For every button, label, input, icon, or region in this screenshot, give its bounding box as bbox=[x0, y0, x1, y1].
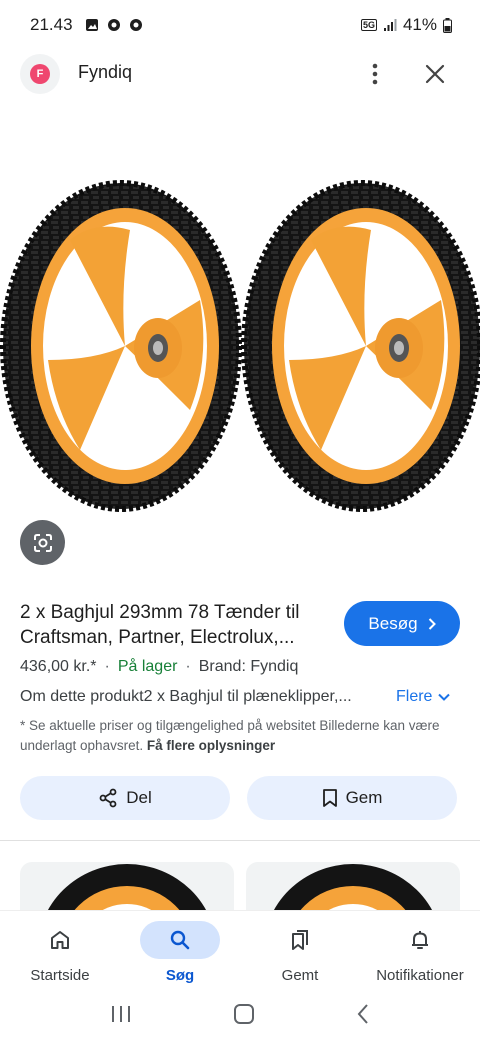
chrome-icon bbox=[129, 19, 142, 31]
chrome-icon bbox=[107, 19, 120, 31]
status-bar: 21.43 5G 41% bbox=[0, 0, 480, 50]
site-name: Fyndiq bbox=[78, 62, 133, 82]
related-product-card[interactable] bbox=[246, 862, 460, 912]
chevron-right-icon bbox=[428, 617, 436, 630]
right-wheel bbox=[241, 180, 480, 512]
status-time: 21.43 bbox=[30, 15, 73, 34]
lens-icon bbox=[33, 533, 52, 552]
product-description: Om dette produkt2 x Baghjul til plænekli… bbox=[20, 688, 352, 705]
close-button[interactable] bbox=[420, 58, 450, 90]
gallery-icon bbox=[85, 19, 98, 31]
share-button[interactable]: Del bbox=[20, 776, 230, 820]
save-label: Gem bbox=[345, 788, 383, 807]
save-button[interactable]: Gem bbox=[247, 776, 457, 820]
bottom-navigation: Startside Søg Gemt Notifikationer bbox=[0, 910, 480, 988]
nav-search-label: Søg bbox=[165, 967, 195, 984]
page-header: F Fyndiq bbox=[0, 50, 480, 98]
product-brand: Brand: Fyndiq bbox=[198, 658, 299, 675]
chevron-down-icon bbox=[438, 693, 451, 701]
close-icon bbox=[425, 64, 445, 84]
divider bbox=[0, 840, 480, 841]
nav-notifications[interactable]: Notifikationer bbox=[360, 911, 480, 988]
disclaimer: * Se aktuelle priser og tilgængelighed p… bbox=[20, 716, 460, 756]
visit-button[interactable]: Besøg bbox=[344, 601, 460, 646]
site-logo-initial: F bbox=[30, 64, 50, 84]
related-wheel-image bbox=[272, 864, 434, 912]
share-label: Del bbox=[126, 788, 152, 807]
site-logo: F bbox=[20, 54, 60, 94]
bookmark-icon bbox=[322, 789, 337, 807]
home-button-icon[interactable] bbox=[233, 1003, 255, 1025]
nav-home-label: Startside bbox=[30, 967, 90, 984]
nav-notifications-label: Notifikationer bbox=[376, 967, 464, 984]
separator-dot: · bbox=[104, 658, 110, 675]
product-price: 436,00 kr.* bbox=[20, 658, 97, 675]
system-navigation-bar bbox=[0, 988, 480, 1040]
separator-dot: · bbox=[185, 658, 191, 675]
stock-status: På lager bbox=[117, 658, 178, 675]
product-title[interactable]: 2 x Baghjul 293mm 78 Tænder til Craftsma… bbox=[20, 600, 330, 650]
visit-label: Besøg bbox=[368, 613, 418, 633]
more-label: Flere bbox=[396, 688, 433, 705]
bell-icon bbox=[412, 931, 428, 949]
wheels-image bbox=[0, 180, 480, 512]
product-meta: 436,00 kr.* · På lager · Brand: Fyndiq bbox=[20, 658, 298, 676]
search-icon bbox=[170, 930, 190, 950]
nav-home[interactable]: Startside bbox=[0, 911, 120, 988]
battery-icon bbox=[443, 17, 452, 33]
related-products bbox=[20, 862, 460, 912]
nav-pill bbox=[140, 921, 220, 959]
signal-icon bbox=[383, 19, 397, 31]
share-icon bbox=[99, 788, 117, 808]
product-image[interactable] bbox=[0, 160, 480, 520]
home-icon bbox=[51, 931, 69, 949]
network-type: 5G bbox=[360, 19, 377, 31]
nav-pill bbox=[260, 921, 340, 959]
related-product-card[interactable] bbox=[20, 862, 234, 912]
more-info-link[interactable]: Få flere oplysninger bbox=[147, 738, 275, 753]
battery-percent: 41% bbox=[402, 15, 437, 34]
more-options-button[interactable] bbox=[360, 58, 390, 90]
bookmarks-icon bbox=[292, 930, 308, 950]
left-wheel bbox=[0, 180, 242, 512]
back-icon[interactable] bbox=[356, 1003, 370, 1025]
related-wheel-image bbox=[46, 864, 208, 912]
recent-apps-icon[interactable] bbox=[110, 1005, 132, 1023]
nav-saved-label: Gemt bbox=[281, 967, 319, 984]
more-vert-icon bbox=[372, 63, 378, 85]
nav-search[interactable]: Søg bbox=[120, 911, 240, 988]
google-lens-button[interactable] bbox=[20, 520, 65, 565]
more-button[interactable]: Flere bbox=[396, 688, 451, 706]
nav-saved[interactable]: Gemt bbox=[240, 911, 360, 988]
nav-pill bbox=[380, 921, 460, 959]
nav-pill bbox=[20, 921, 100, 959]
